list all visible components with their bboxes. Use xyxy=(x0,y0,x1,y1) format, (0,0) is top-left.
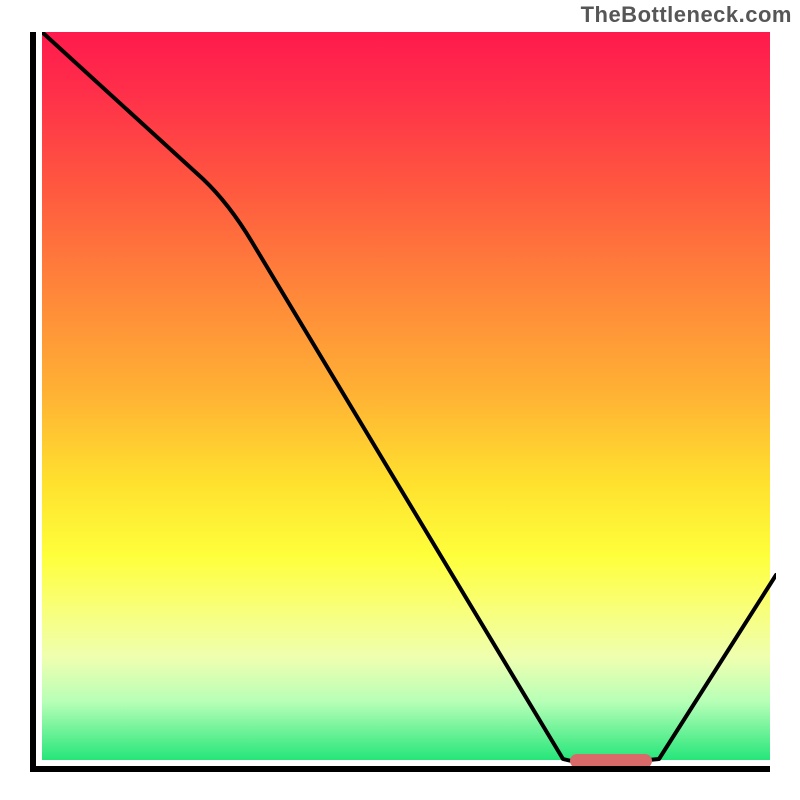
optimal-range-marker xyxy=(570,754,652,766)
chart-container: TheBottleneck.com xyxy=(0,0,800,800)
attribution-text: TheBottleneck.com xyxy=(581,2,792,28)
plot-area xyxy=(30,32,770,772)
curve-path xyxy=(42,32,776,764)
bottleneck-curve xyxy=(42,32,776,766)
